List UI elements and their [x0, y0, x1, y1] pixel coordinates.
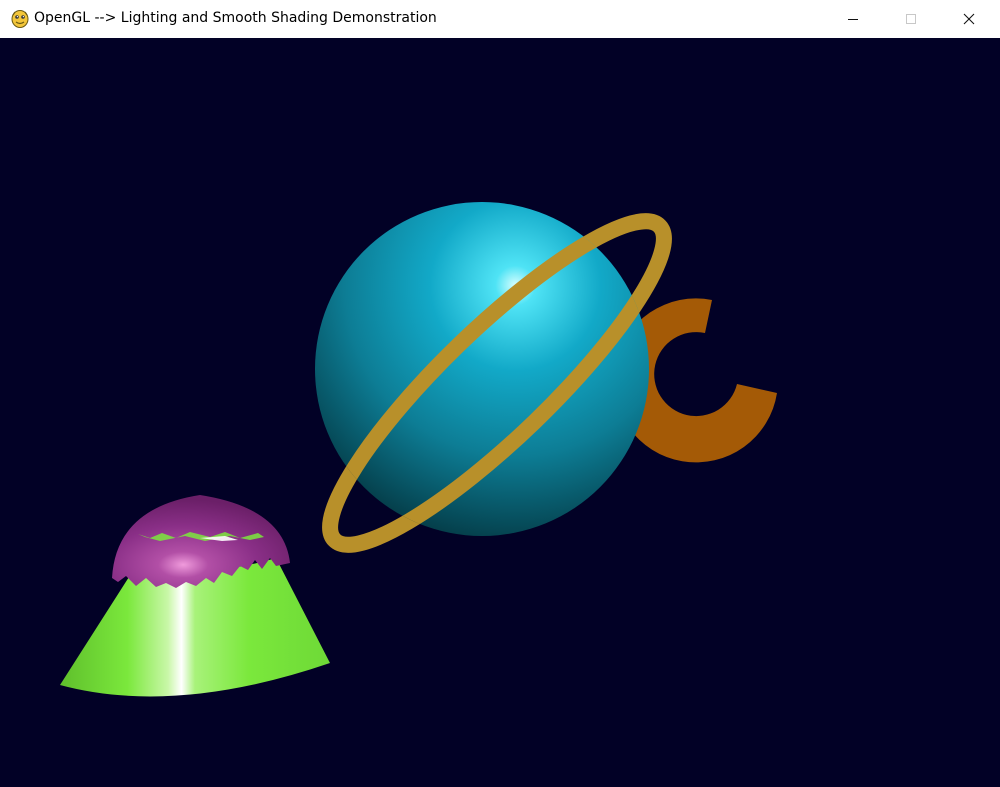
capped-cone: [60, 495, 330, 697]
title-bar[interactable]: OpenGL --> Lighting and Smooth Shading D…: [0, 0, 1000, 38]
minimize-icon: [848, 19, 858, 20]
close-button[interactable]: [940, 0, 998, 38]
maximize-icon: [906, 14, 916, 24]
opengl-viewport[interactable]: [0, 38, 1000, 787]
scene-canvas: [60, 202, 777, 697]
close-icon: [963, 13, 975, 25]
window-title: OpenGL --> Lighting and Smooth Shading D…: [34, 10, 437, 26]
sphere: [315, 202, 649, 536]
python-snake-icon: [11, 10, 29, 28]
maximize-button[interactable]: [882, 0, 940, 38]
minimize-button[interactable]: [824, 0, 882, 38]
app-window: OpenGL --> Lighting and Smooth Shading D…: [0, 0, 1000, 787]
